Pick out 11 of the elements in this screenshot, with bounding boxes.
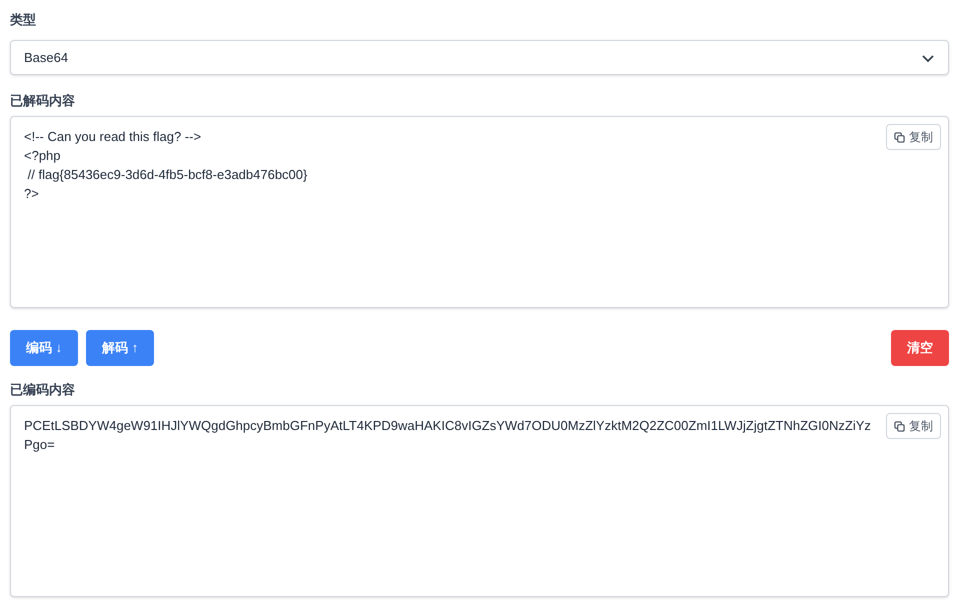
copy-icon bbox=[894, 420, 905, 432]
action-button[interactable]: 编码 ↓ bbox=[10, 330, 78, 366]
type-select[interactable]: Base64 bbox=[10, 40, 949, 75]
copy-button[interactable]: 复制 bbox=[886, 413, 941, 439]
copy-button[interactable]: 复制 bbox=[886, 124, 941, 150]
field-label: 已解码内容 bbox=[10, 92, 76, 110]
action-button[interactable]: 解码 ↑ bbox=[86, 330, 154, 366]
field-label: 类型 bbox=[10, 11, 37, 29]
clear-button[interactable]: 清空 bbox=[891, 330, 949, 366]
field-label: 已编码内容 bbox=[10, 381, 76, 399]
copy-icon bbox=[894, 132, 905, 142]
